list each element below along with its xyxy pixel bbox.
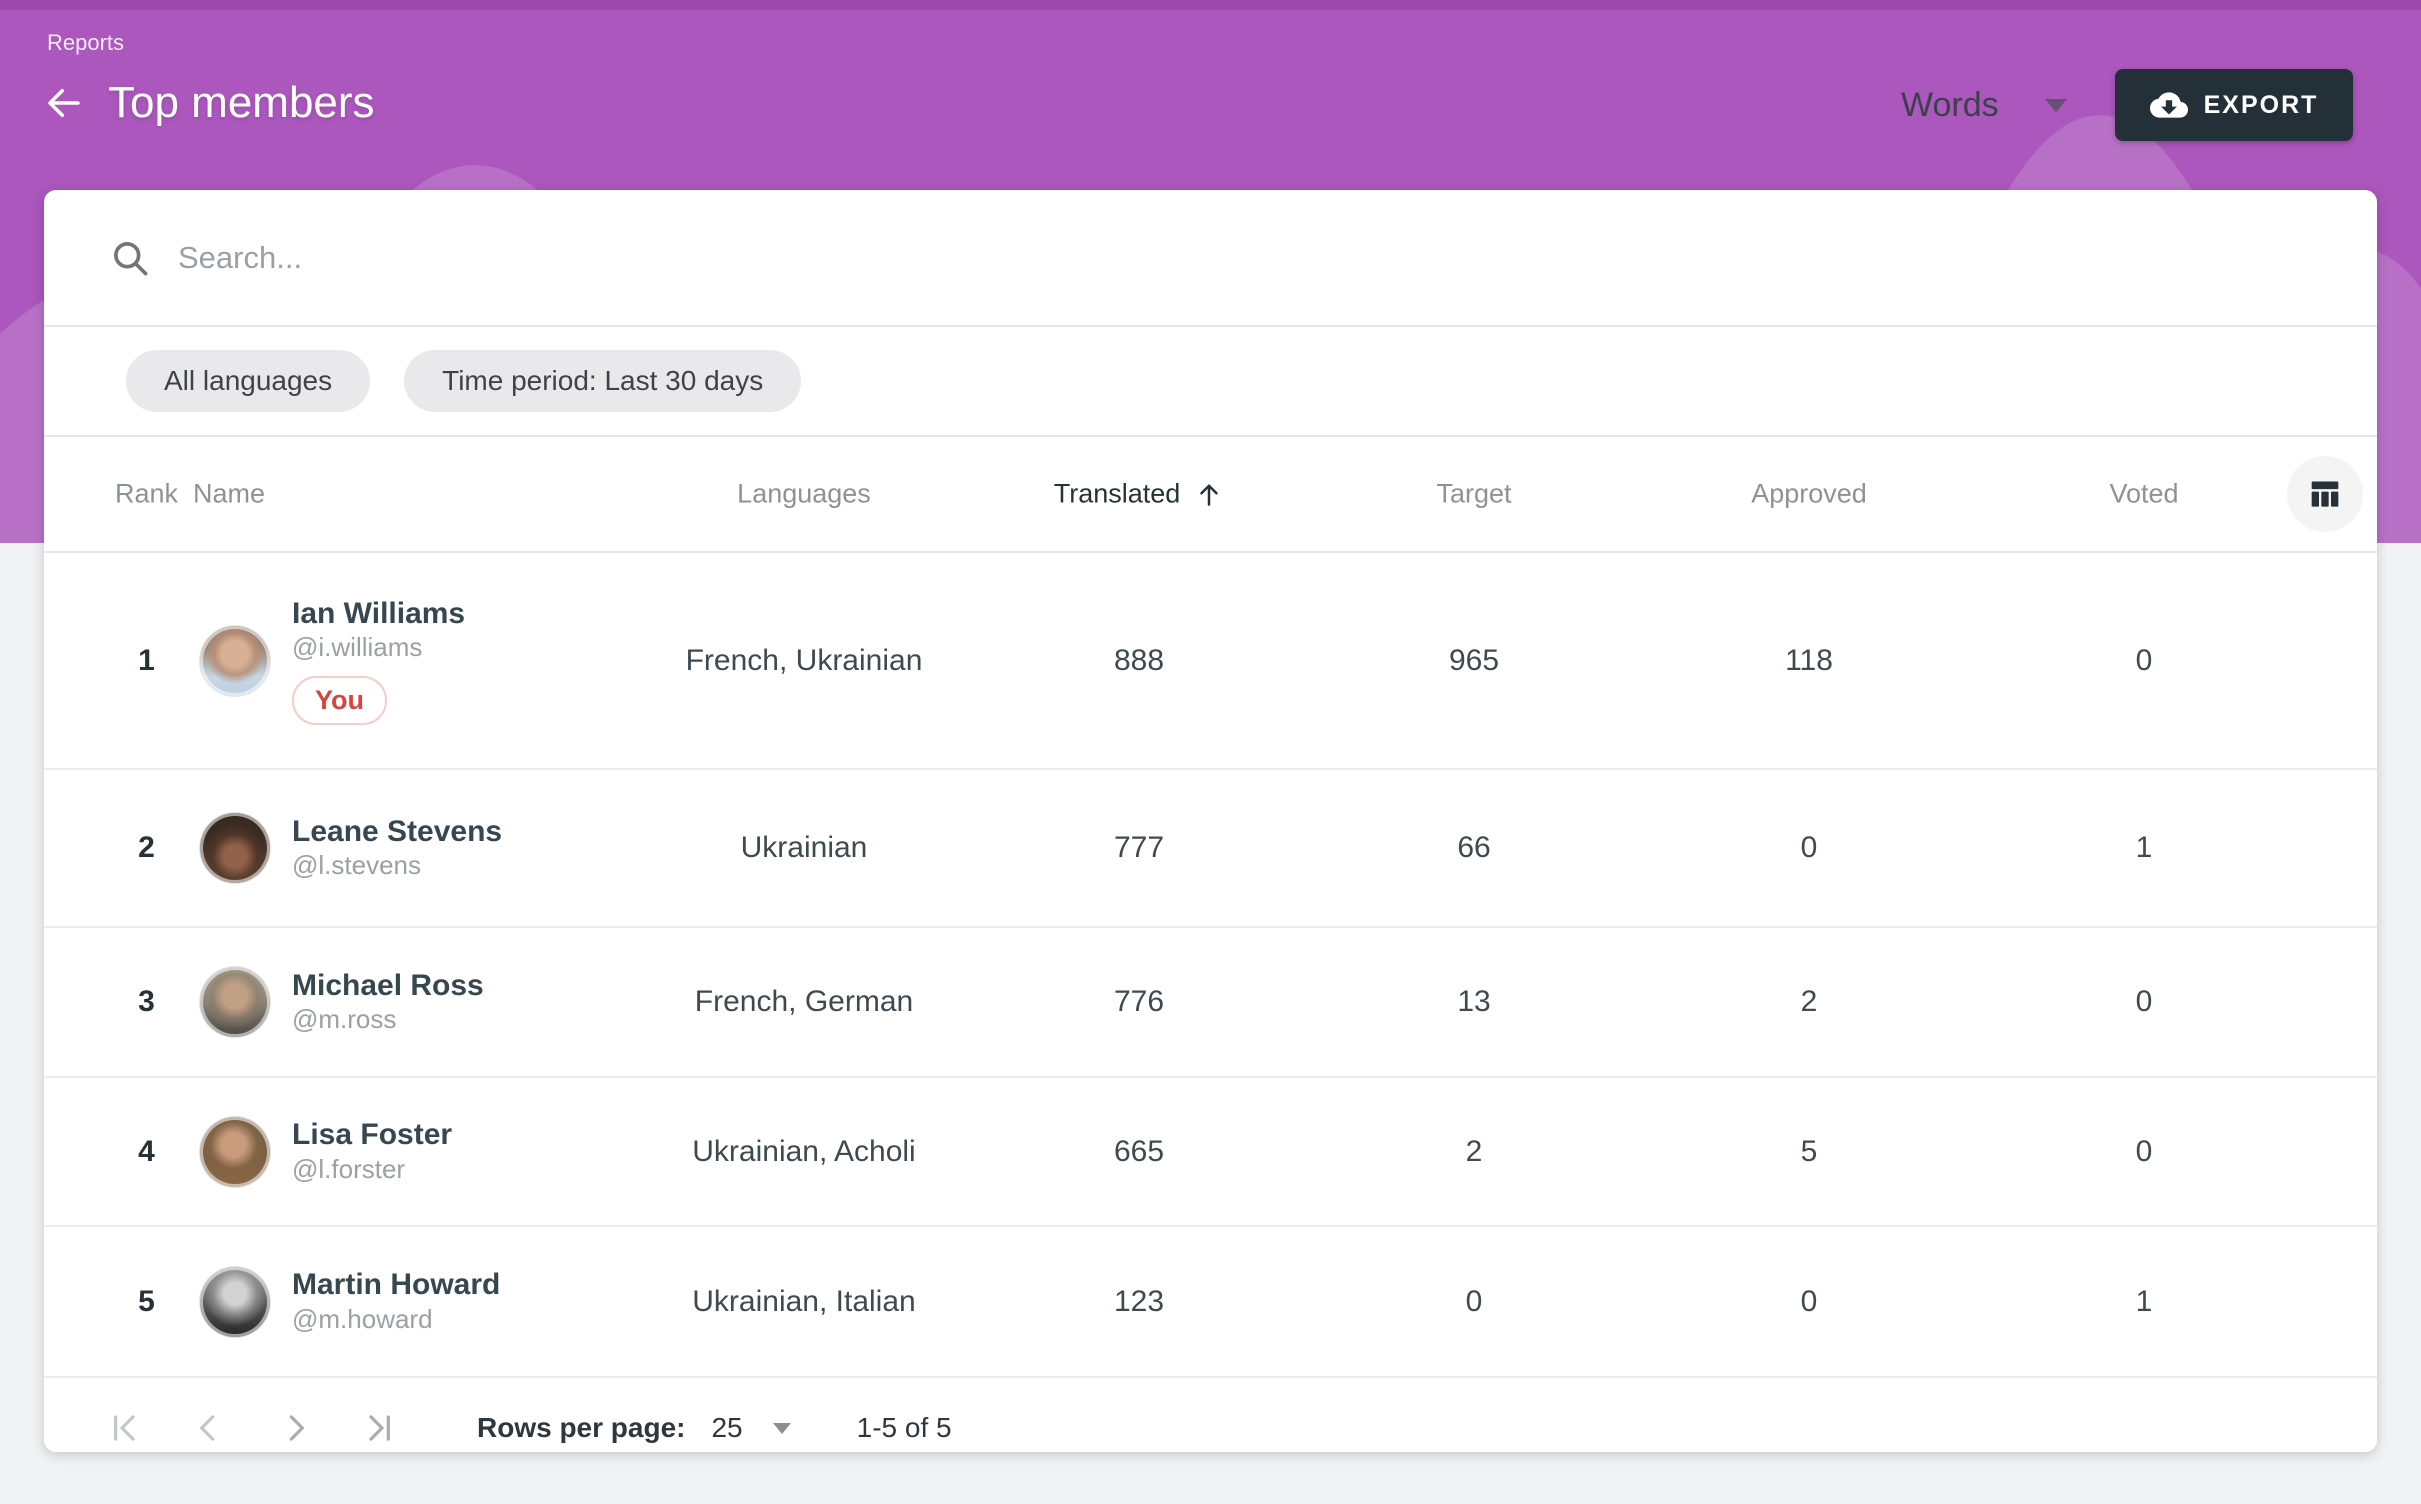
languages-value: Ukrainian, Italian — [624, 1285, 984, 1319]
pagination-bar: Rows per page: 25 1-5 of 5 — [44, 1392, 2377, 1464]
next-page-button[interactable] — [273, 1405, 319, 1451]
report-card: All languages Time period: Last 30 days … — [44, 190, 2377, 1452]
languages-value: French, German — [624, 985, 984, 1019]
translated-value: 777 — [974, 831, 1304, 865]
translated-value: 123 — [974, 1285, 1304, 1319]
filter-chips: All languages Time period: Last 30 days — [44, 327, 2377, 437]
rank-value: 2 — [74, 831, 219, 865]
top-members-report-page: Reports Top members Words EXPORT — [0, 0, 2421, 1504]
translated-value: 665 — [974, 1135, 1304, 1169]
you-badge: You — [292, 676, 387, 725]
approved-value: 0 — [1644, 1285, 1974, 1319]
table-row[interactable]: 1 Ian Williams @i.williams You French, U… — [44, 553, 2377, 770]
voted-value: 0 — [1979, 644, 2309, 678]
avatar — [200, 1117, 270, 1187]
table-row[interactable]: 4 Lisa Foster @l.forster Ukrainian, Acho… — [44, 1078, 2377, 1227]
cloud-download-icon — [2150, 86, 2188, 124]
last-page-icon — [363, 1409, 401, 1447]
export-button-label: EXPORT — [2204, 91, 2319, 120]
table-columns-icon — [2305, 474, 2345, 514]
rank-value: 3 — [74, 985, 219, 1019]
languages-value: Ukrainian, Acholi — [624, 1135, 984, 1169]
last-page-button[interactable] — [359, 1405, 405, 1451]
back-button[interactable] — [40, 79, 88, 127]
arrow-up-icon — [1194, 479, 1224, 509]
avatar — [200, 626, 270, 696]
member-handle: @m.ross — [292, 1003, 484, 1036]
search-input[interactable] — [178, 240, 1778, 276]
caret-down-icon — [2045, 99, 2067, 112]
voted-value: 0 — [1979, 985, 2309, 1019]
search-bar — [44, 190, 2377, 327]
column-header-translated-label: Translated — [1054, 479, 1181, 510]
voted-value: 1 — [1979, 1285, 2309, 1319]
unit-dropdown-value: Words — [1901, 86, 1999, 125]
voted-value: 0 — [1979, 1135, 2309, 1169]
first-page-button[interactable] — [99, 1405, 145, 1451]
member-handle: @m.howard — [292, 1303, 500, 1336]
table-row[interactable]: 5 Martin Howard @m.howard Ukrainian, Ita… — [44, 1227, 2377, 1378]
member-name: Ian Williams — [292, 597, 465, 632]
rank-value: 4 — [74, 1135, 219, 1169]
translated-value: 776 — [974, 985, 1304, 1019]
chevron-left-icon — [189, 1409, 227, 1447]
table-header: Rank Name Languages Translated Target Ap… — [44, 437, 2377, 553]
member-handle: @l.stevens — [292, 849, 502, 882]
table-row[interactable]: 3 Michael Ross @m.ross French, German 77… — [44, 928, 2377, 1078]
languages-value: French, Ukrainian — [624, 644, 984, 678]
target-value: 965 — [1309, 644, 1639, 678]
column-header-name: Name — [193, 479, 265, 510]
member-name: Martin Howard — [292, 1268, 500, 1303]
member-name: Lisa Foster — [292, 1118, 452, 1153]
avatar — [200, 813, 270, 883]
filter-chip-time-period[interactable]: Time period: Last 30 days — [404, 350, 801, 412]
column-header-voted[interactable]: Voted — [1979, 479, 2309, 510]
column-header-translated[interactable]: Translated — [974, 479, 1304, 510]
member-handle: @i.williams — [292, 631, 465, 664]
avatar — [200, 967, 270, 1037]
avatar — [200, 1267, 270, 1337]
manage-columns-button[interactable] — [2287, 456, 2363, 532]
approved-value: 0 — [1644, 831, 1974, 865]
table-row[interactable]: 2 Leane Stevens @l.stevens Ukrainian 777… — [44, 770, 2377, 928]
column-header-target[interactable]: Target — [1309, 479, 1639, 510]
approved-value: 118 — [1644, 644, 1974, 678]
voted-value: 1 — [1979, 831, 2309, 865]
target-value: 13 — [1309, 985, 1639, 1019]
target-value: 2 — [1309, 1135, 1639, 1169]
target-value: 0 — [1309, 1285, 1639, 1319]
arrow-left-icon — [43, 82, 85, 124]
pagination-range: 1-5 of 5 — [857, 1412, 952, 1444]
unit-dropdown[interactable]: Words — [1901, 86, 2067, 125]
first-page-icon — [103, 1409, 141, 1447]
page-title: Top members — [108, 78, 375, 128]
chevron-right-icon — [277, 1409, 315, 1447]
approved-value: 5 — [1644, 1135, 1974, 1169]
member-handle: @l.forster — [292, 1153, 452, 1186]
rows-per-page-select[interactable]: 25 — [711, 1412, 790, 1444]
rank-value: 5 — [74, 1285, 219, 1319]
column-header-approved[interactable]: Approved — [1644, 479, 1974, 510]
translated-value: 888 — [974, 644, 1304, 678]
previous-page-button[interactable] — [185, 1405, 231, 1451]
caret-down-icon — [773, 1423, 791, 1434]
rank-value: 1 — [74, 644, 219, 678]
member-name: Michael Ross — [292, 969, 484, 1004]
languages-value: Ukrainian — [624, 831, 984, 865]
approved-value: 2 — [1644, 985, 1974, 1019]
column-header-languages[interactable]: Languages — [624, 479, 984, 510]
search-icon — [108, 236, 152, 280]
rows-per-page-label: Rows per page: — [477, 1412, 685, 1444]
breadcrumb: Reports — [47, 30, 124, 56]
filter-chip-languages[interactable]: All languages — [126, 350, 370, 412]
member-name: Leane Stevens — [292, 815, 502, 850]
export-button[interactable]: EXPORT — [2115, 69, 2353, 141]
target-value: 66 — [1309, 831, 1639, 865]
rows-per-page-value: 25 — [711, 1412, 742, 1444]
